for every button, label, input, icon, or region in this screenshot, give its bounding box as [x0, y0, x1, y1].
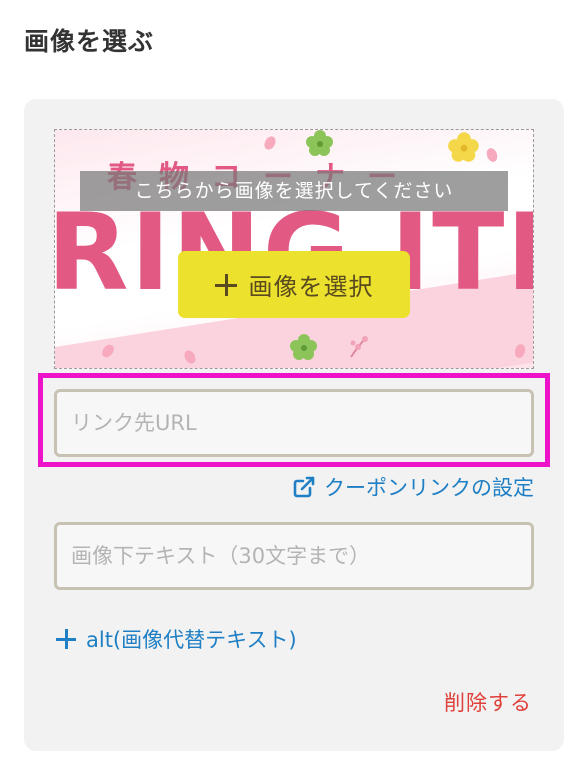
image-select-instruction: こちらから画像を選択してください — [80, 171, 508, 211]
coupon-link-settings[interactable]: クーポンリンクの設定 — [292, 472, 534, 502]
caption-input[interactable] — [54, 522, 534, 590]
add-alt-text-toggle[interactable]: alt(画像代替テキスト) — [56, 624, 297, 654]
select-image-button-label: 画像を選択 — [248, 273, 374, 301]
image-picker-area[interactable]: 春物コーナー RING ITE こちらから画像を選択してください 画像を選択 — [54, 129, 534, 369]
plus-icon — [56, 629, 76, 649]
external-link-icon — [293, 476, 315, 498]
delete-button[interactable]: 削除する — [444, 687, 532, 717]
flower-yellow-icon — [448, 132, 479, 162]
flower-green-bottom-icon — [290, 334, 317, 360]
image-block-card: 春物コーナー RING ITE こちらから画像を選択してください 画像を選択 — [24, 99, 564, 751]
plus-icon — [214, 273, 237, 296]
flower-green-icon — [306, 130, 333, 156]
link-url-input[interactable] — [54, 389, 534, 457]
page-title: 画像を選ぶ — [24, 27, 155, 56]
alt-toggle-label: alt(画像代替テキスト) — [86, 628, 297, 652]
coupon-link-label: クーポンリンクの設定 — [324, 476, 534, 500]
branch-icon — [350, 336, 368, 358]
select-image-button[interactable]: 画像を選択 — [178, 251, 410, 318]
